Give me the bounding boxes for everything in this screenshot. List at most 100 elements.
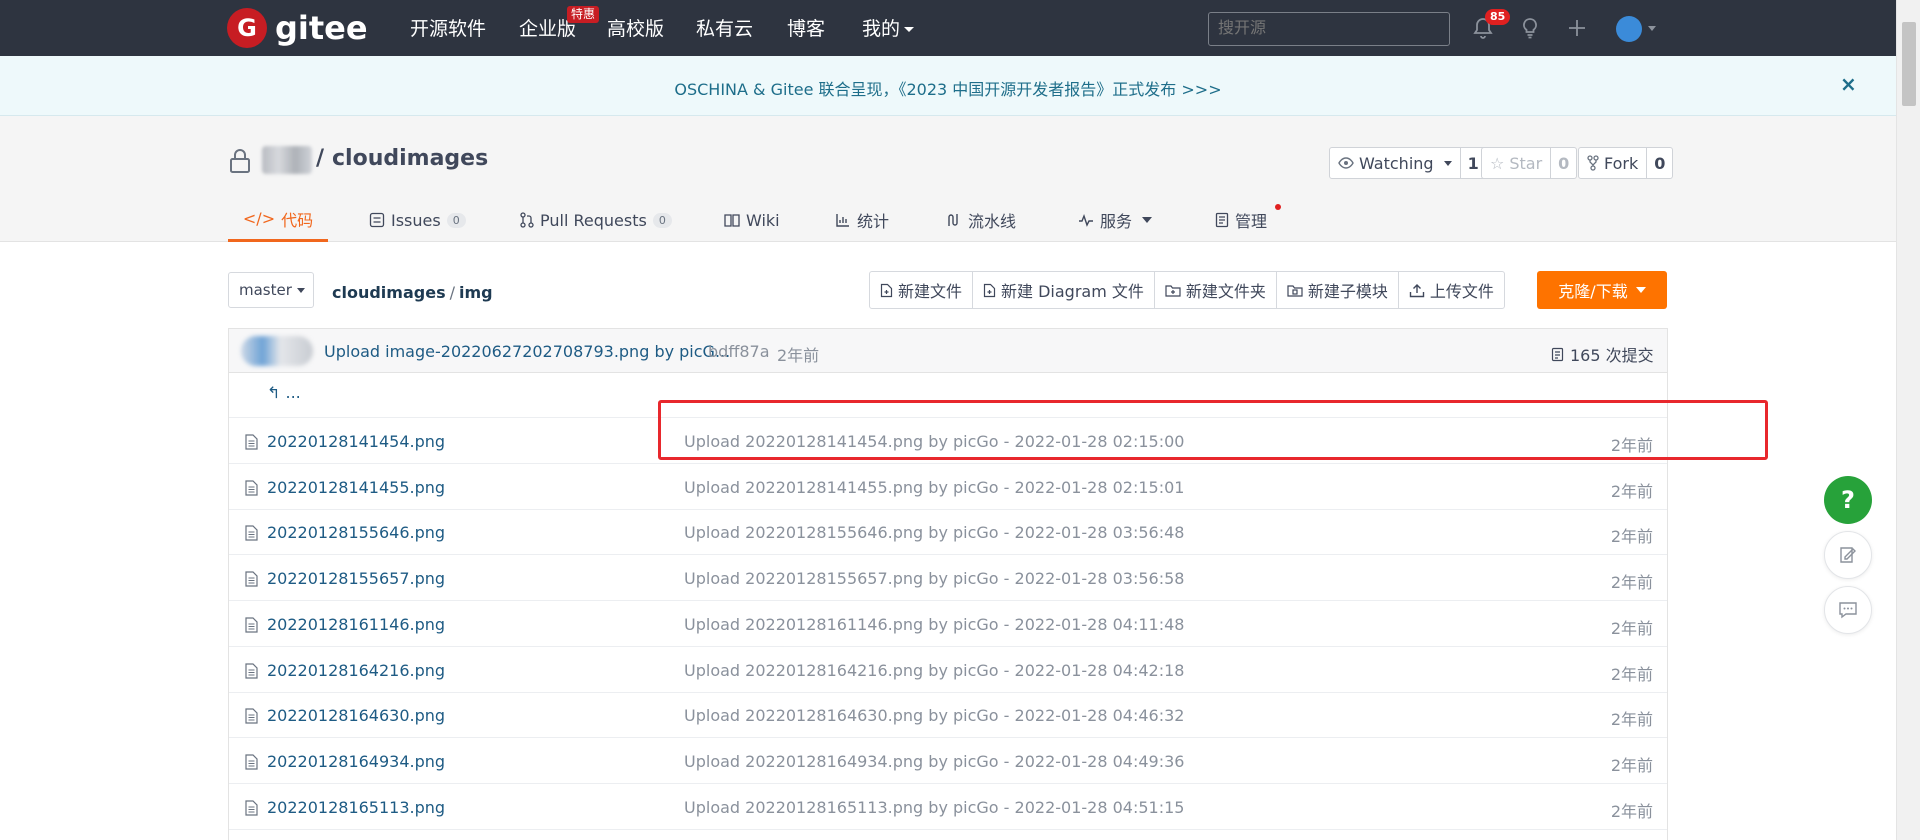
nav-mine[interactable]: 我的 bbox=[862, 16, 915, 42]
new-submodule-button[interactable]: 新建子模块 bbox=[1277, 272, 1399, 308]
new-diagram-label: 新建 Diagram 文件 bbox=[1001, 282, 1144, 301]
file-commit-time: 2年前 bbox=[1610, 710, 1653, 730]
file-commit-message[interactable]: Upload 20220128164630.png by picGo - 202… bbox=[684, 706, 1184, 725]
latest-commit-message[interactable]: Upload image-20220627202708793.png by pi… bbox=[324, 342, 730, 361]
issues-icon bbox=[369, 212, 385, 228]
code-icon: </> bbox=[242, 209, 276, 228]
new-diagram-icon bbox=[983, 283, 996, 297]
nav-university[interactable]: 高校版 bbox=[607, 16, 664, 42]
file-name-link[interactable]: 20220128155646.png bbox=[267, 523, 445, 542]
fork-count[interactable]: 0 bbox=[1647, 148, 1672, 178]
breadcrumb-root[interactable]: cloudimages bbox=[332, 283, 446, 302]
file-commit-time: 2年前 bbox=[1610, 618, 1653, 638]
file-icon bbox=[245, 480, 258, 496]
file-name-link[interactable]: 20220128164630.png bbox=[267, 706, 445, 725]
watch-label: Watching bbox=[1359, 153, 1434, 173]
new-file-button[interactable]: 新建文件 bbox=[870, 272, 974, 308]
submodule-icon bbox=[1287, 284, 1303, 297]
help-button[interactable]: ? bbox=[1824, 476, 1872, 524]
tab-pipeline[interactable]: 流水线 bbox=[946, 198, 1016, 242]
table-row[interactable]: 20220128161146.png Upload 20220128161146.… bbox=[229, 602, 1667, 647]
file-icon bbox=[245, 434, 258, 450]
lightbulb-icon[interactable] bbox=[1518, 16, 1542, 40]
star-button[interactable]: ☆ Star 0 bbox=[1481, 147, 1578, 179]
announcement-link[interactable]: OSCHINA & Gitee 联合呈现，《2023 中国开源开发者报告》正式发… bbox=[0, 76, 1896, 100]
repo-owner-avatar-blurred[interactable] bbox=[262, 146, 312, 174]
tab-pull-requests-label: Pull Requests bbox=[540, 210, 647, 230]
table-row[interactable]: 20220128164630.png Upload 20220128164630.… bbox=[229, 693, 1667, 739]
tab-pull-requests[interactable]: Pull Requests 0 bbox=[520, 198, 672, 242]
clone-download-button[interactable]: 克隆/下载 bbox=[1537, 271, 1667, 309]
file-commit-message[interactable]: Upload 20220128164934.png by picGo - 202… bbox=[684, 752, 1184, 771]
watch-button[interactable]: Watching 1 bbox=[1329, 147, 1487, 179]
nav-open-source[interactable]: 开源软件 bbox=[410, 16, 486, 42]
chat-button[interactable] bbox=[1824, 586, 1872, 634]
table-row[interactable]: 20220128141455.png Upload 20220128141455.… bbox=[229, 465, 1667, 510]
plus-icon[interactable] bbox=[1565, 16, 1589, 40]
latest-commit-bar: Upload image-20220627202708793.png by pi… bbox=[229, 329, 1667, 373]
commit-count-link[interactable]: 165 次提交 bbox=[1551, 342, 1654, 366]
file-icon bbox=[245, 571, 258, 587]
file-name-link[interactable]: 20220128141454.png bbox=[267, 432, 445, 451]
star-count[interactable]: 0 bbox=[1551, 148, 1576, 178]
nav-blog[interactable]: 博客 bbox=[787, 16, 825, 42]
tab-issues[interactable]: Issues 0 bbox=[369, 198, 466, 242]
file-icon bbox=[245, 525, 258, 541]
chevron-down-icon bbox=[1142, 217, 1153, 223]
branch-select[interactable]: master bbox=[228, 272, 314, 308]
repo-name[interactable]: cloudimages bbox=[332, 146, 488, 171]
new-folder-button[interactable]: 新建文件夹 bbox=[1155, 272, 1277, 308]
file-name-link[interactable]: 20220128155657.png bbox=[267, 569, 445, 588]
file-commit-time: 2年前 bbox=[1610, 527, 1653, 547]
tab-stats[interactable]: 统计 bbox=[835, 198, 889, 242]
chevron-down-icon bbox=[1443, 160, 1452, 166]
tab-manage[interactable]: 管理 bbox=[1215, 198, 1267, 242]
file-name-link[interactable]: 20220128141455.png bbox=[267, 478, 445, 497]
feedback-button[interactable] bbox=[1824, 531, 1872, 579]
tab-pipeline-label: 流水线 bbox=[968, 212, 1017, 231]
eye-icon bbox=[1338, 157, 1354, 169]
fork-button[interactable]: Fork 0 bbox=[1578, 147, 1674, 179]
scrollbar-thumb[interactable] bbox=[1902, 22, 1916, 106]
file-commit-message[interactable]: Upload 20220128161146.png by picGo - 202… bbox=[684, 615, 1184, 634]
parent-directory-link[interactable]: ↰ ... bbox=[267, 383, 301, 402]
announcement-banner: OSCHINA & Gitee 联合呈现，《2023 中国开源开发者报告》正式发… bbox=[0, 56, 1896, 116]
search-input[interactable] bbox=[1208, 12, 1450, 46]
gitee-logo[interactable]: G gitee bbox=[227, 8, 368, 48]
table-row[interactable]: 20220128155646.png Upload 20220128155646.… bbox=[229, 510, 1667, 556]
file-name-link[interactable]: 20220128164934.png bbox=[267, 752, 445, 771]
file-commit-message[interactable]: Upload 20220128155646.png by picGo - 202… bbox=[684, 523, 1184, 542]
tab-code[interactable]: </> 代码 bbox=[228, 198, 328, 242]
file-commit-message[interactable]: Upload 20220128164216.png by picGo - 202… bbox=[684, 661, 1184, 680]
tab-code-label: 代码 bbox=[281, 210, 314, 230]
file-icon bbox=[245, 754, 258, 770]
new-file-icon bbox=[880, 283, 893, 297]
table-row[interactable]: 20220128155657.png Upload 20220128155657.… bbox=[229, 556, 1667, 602]
new-folder-icon bbox=[1165, 284, 1181, 297]
latest-commit-hash[interactable]: bdff87a bbox=[708, 342, 770, 361]
file-name-link[interactable]: 20220128165113.png bbox=[267, 798, 445, 817]
new-diagram-button[interactable]: 新建 Diagram 文件 bbox=[973, 272, 1155, 308]
upload-file-label: 上传文件 bbox=[1429, 282, 1494, 301]
issues-count-badge: 0 bbox=[446, 212, 466, 228]
tab-wiki[interactable]: Wiki bbox=[724, 198, 780, 242]
gitee-logo-mark: G bbox=[227, 8, 267, 48]
table-row[interactable]: 20220128165113.png Upload 20220128165113.… bbox=[229, 785, 1667, 830]
file-commit-message[interactable]: Upload 20220128141455.png by picGo - 202… bbox=[684, 478, 1184, 497]
upload-file-button[interactable]: 上传文件 bbox=[1399, 272, 1504, 308]
file-commit-time: 2年前 bbox=[1610, 664, 1653, 684]
chevron-down-icon[interactable] bbox=[1648, 26, 1656, 31]
highlight-annotation-box bbox=[658, 400, 1768, 460]
close-icon[interactable]: × bbox=[1840, 72, 1857, 96]
nav-private-cloud[interactable]: 私有云 bbox=[696, 16, 753, 42]
file-commit-message[interactable]: Upload 20220128165113.png by picGo - 202… bbox=[684, 798, 1184, 817]
table-row[interactable]: 20220128164934.png Upload 20220128164934.… bbox=[229, 739, 1667, 784]
file-commit-message[interactable]: Upload 20220128155657.png by picGo - 202… bbox=[684, 569, 1184, 588]
tab-service[interactable]: 服务 bbox=[1078, 198, 1153, 242]
file-name-link[interactable]: 20220128161146.png bbox=[267, 615, 445, 634]
table-row[interactable]: 20220128164216.png Upload 20220128164216.… bbox=[229, 648, 1667, 693]
file-name-link[interactable]: 20220128164216.png bbox=[267, 661, 445, 680]
committer-avatar-blurred[interactable] bbox=[241, 336, 313, 366]
page-scrollbar[interactable] bbox=[1896, 0, 1920, 840]
user-avatar[interactable] bbox=[1616, 16, 1642, 42]
